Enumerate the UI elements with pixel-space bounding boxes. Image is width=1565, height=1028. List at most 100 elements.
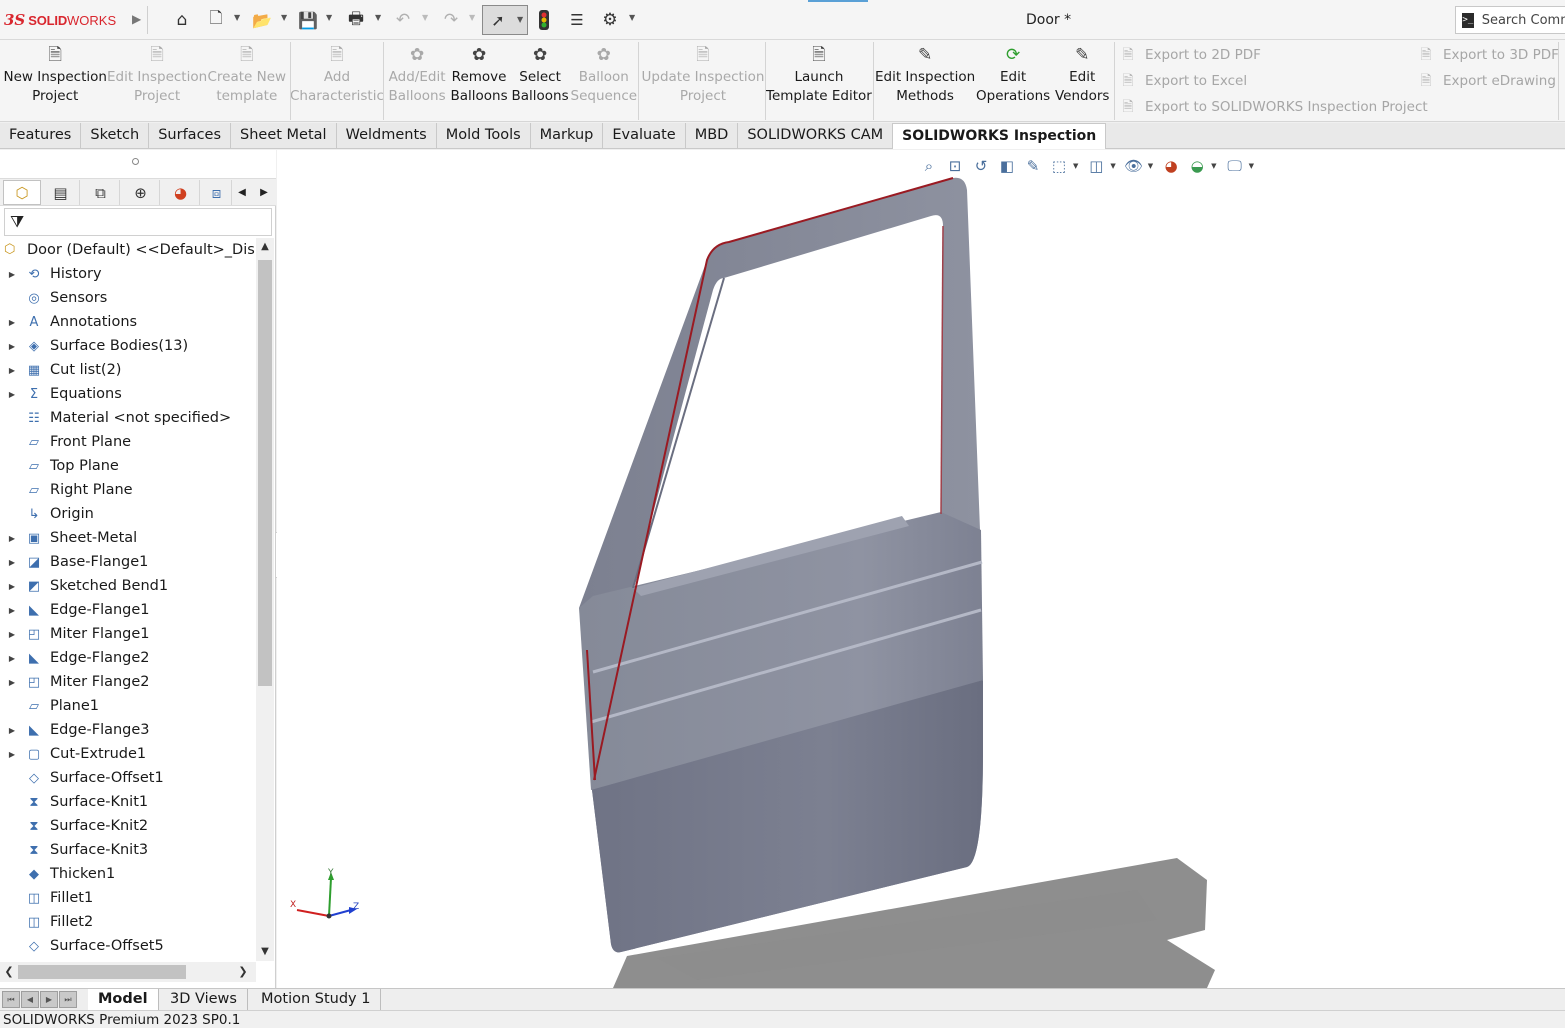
export-excel-button[interactable]: 🗎 Export to Excel (1119, 70, 1247, 92)
menu-expand-arrow-icon[interactable]: ▶ (132, 12, 141, 26)
edit-inspection-project-button[interactable]: 🗎 Edit Inspection Project (107, 44, 207, 118)
scene-dropdown-icon[interactable]: ▼ (1211, 162, 1216, 170)
tree-item-equations[interactable]: ▶ Σ Equations (0, 382, 122, 406)
select-dropdown-icon[interactable]: ▼ (517, 15, 523, 24)
options-gear-icon[interactable]: ⚙ (598, 8, 622, 32)
tree-item-sketched-bend1[interactable]: ▶ ◩ Sketched Bend1 (0, 574, 168, 598)
export-3d-pdf-button[interactable]: 🗎 Export to 3D PDF (1417, 44, 1559, 66)
apply-scene-icon[interactable]: ◒ (1185, 155, 1209, 177)
options-dropdown-icon[interactable]: ▼ (629, 13, 635, 22)
dynamic-annotation-icon[interactable]: ✎ (1021, 155, 1045, 177)
tree-item-edge-flange1[interactable]: ▶ ◣ Edge-Flange1 (0, 598, 150, 622)
print-icon[interactable]: 🖶 (344, 8, 368, 32)
first-tab-icon[interactable]: ⏮ (2, 991, 20, 1008)
tree-item-cut-list-2[interactable]: ▶ ▦ Cut list(2) (0, 358, 122, 382)
tabs-scroll-right-icon[interactable]: ▶ (254, 183, 274, 203)
next-tab-icon[interactable]: ▶ (40, 991, 58, 1008)
tree-item-annotations[interactable]: ▶ A Annotations (0, 310, 137, 334)
home-icon[interactable]: ⌂ (170, 8, 194, 32)
balloon-sequence-button[interactable]: ✿ Balloon Sequence (571, 44, 638, 118)
section-view-icon[interactable]: ◧ (995, 155, 1019, 177)
create-new-template-button[interactable]: 🗎 Create New template (208, 44, 287, 118)
bottom-tab-model[interactable]: Model (88, 989, 159, 1010)
tree-root-door[interactable]: ⬡ Door (Default) <<Default>_Display Stat… (4, 238, 255, 262)
expand-arrow-icon[interactable]: ▶ (6, 582, 18, 591)
dimxpert-manager-tab[interactable]: ⊕ (122, 180, 160, 205)
expand-arrow-icon[interactable]: ▶ (6, 318, 18, 327)
new-inspection-project-button[interactable]: 🗎 New Inspection Project (4, 44, 107, 118)
edit-inspection-methods-button[interactable]: ✎ Edit Inspection Methods (875, 44, 975, 118)
hide-show-dropdown-icon[interactable]: ▼ (1148, 162, 1153, 170)
tab-evaluate[interactable]: Evaluate (603, 123, 686, 149)
display-style-icon[interactable]: ◫ (1084, 155, 1108, 177)
tree-item-history[interactable]: ▶ ⟲ History (0, 262, 102, 286)
view-orientation-dropdown-icon[interactable]: ▼ (1073, 162, 1078, 170)
tab-weldments[interactable]: Weldments (337, 123, 437, 149)
hide-show-items-icon[interactable]: 👁 (1122, 155, 1146, 177)
update-inspection-project-button[interactable]: 🗎 Update Inspection Project (642, 44, 765, 118)
tree-item-front-plane[interactable]: ▱ Front Plane (0, 430, 131, 454)
scroll-right-icon[interactable]: ❯ (234, 962, 252, 982)
tree-item-surface-knit1[interactable]: ⧗ Surface-Knit1 (0, 790, 148, 814)
tabs-scroll-left-icon[interactable]: ◀ (232, 183, 252, 203)
print-dropdown-icon[interactable]: ▼ (375, 13, 381, 22)
tree-item-right-plane[interactable]: ▱ Right Plane (0, 478, 133, 502)
solidworks-logo[interactable]: 3S SOLID WORKS (4, 9, 116, 31)
tree-item-miter-flange2[interactable]: ▶ ◰ Miter Flange2 (0, 670, 150, 694)
tree-item-material-not-specified[interactable]: ☷ Material <not specified> (0, 406, 231, 430)
previous-view-icon[interactable]: ↺ (969, 155, 993, 177)
hscroll-thumb[interactable] (18, 965, 186, 979)
graphics-area[interactable]: Y X Z ⌕ ⊡ ↺ ◧ ✎ ⬚ ▼ ◫ ▼ 👁 ▼ ◕ ◒ ▼ 🖵 ▼ (277, 150, 1565, 988)
tree-item-sheet-metal[interactable]: ▶ ▣ Sheet-Metal (0, 526, 137, 550)
view-settings-dropdown-icon[interactable]: ▼ (1249, 162, 1254, 170)
rebuild-traffic-light-icon[interactable] (536, 8, 552, 32)
expand-arrow-icon[interactable]: ▶ (6, 630, 18, 639)
scroll-left-icon[interactable]: ❮ (0, 962, 18, 982)
tree-item-top-plane[interactable]: ▱ Top Plane (0, 454, 119, 478)
zoom-to-fit-icon[interactable]: ⌕ (917, 155, 941, 177)
remove-balloons-button[interactable]: ✿ Remove Balloons (451, 44, 508, 118)
edit-operations-button[interactable]: ⟳ Edit Operations (976, 44, 1050, 118)
undo-icon[interactable]: ↶ (392, 8, 414, 32)
tree-item-surface-offset5[interactable]: ◇ Surface-Offset5 (0, 934, 164, 958)
tree-item-surface-offset1[interactable]: ◇ Surface-Offset1 (0, 766, 164, 790)
launch-template-editor-button[interactable]: 🗎 Launch Template Editor (766, 44, 872, 118)
tree-item-fillet2[interactable]: ◫ Fillet2 (0, 910, 93, 934)
expand-arrow-icon[interactable]: ▶ (6, 726, 18, 735)
export-edrawing-button[interactable]: 🗎 Export eDrawing (1417, 70, 1556, 92)
last-tab-icon[interactable]: ⏭ (59, 991, 77, 1008)
export-inspection-project-button[interactable]: 🗎 Export to SOLIDWORKS Inspection Project (1119, 96, 1427, 118)
bottom-tab-3d-views[interactable]: 3D Views (160, 989, 248, 1010)
expand-arrow-icon[interactable]: ▶ (6, 606, 18, 615)
tab-mold-tools[interactable]: Mold Tools (437, 123, 531, 149)
open-folder-icon[interactable]: 📂 (250, 8, 274, 32)
expand-arrow-icon[interactable]: ▶ (6, 534, 18, 543)
scroll-down-icon[interactable]: ▼ (256, 943, 274, 961)
search-commands-input[interactable]: >_ Search Commands (1455, 6, 1565, 34)
view-settings-monitor-icon[interactable]: 🖵 (1223, 155, 1247, 177)
door-model[interactable] (277, 150, 1565, 988)
edit-appearance-icon[interactable]: ◕ (1159, 155, 1183, 177)
tree-item-surface-knit3[interactable]: ⧗ Surface-Knit3 (0, 838, 148, 862)
display-style-dropdown-icon[interactable]: ▼ (1110, 162, 1115, 170)
tree-item-edge-flange3[interactable]: ▶ ◣ Edge-Flange3 (0, 718, 150, 742)
undo-dropdown-icon[interactable]: ▼ (422, 13, 428, 22)
tab-surfaces[interactable]: Surfaces (149, 123, 232, 149)
expand-arrow-icon[interactable]: ▶ (6, 750, 18, 759)
tab-sketch[interactable]: Sketch (81, 123, 150, 149)
new-dropdown-icon[interactable]: ▼ (234, 13, 240, 22)
view-orientation-icon[interactable]: ⬚ (1047, 155, 1071, 177)
add-edit-balloons-button[interactable]: ✿ Add/Edit Balloons (389, 44, 446, 118)
file-properties-icon[interactable]: ☰ (566, 8, 588, 32)
scroll-up-icon[interactable]: ▲ (256, 238, 274, 256)
tree-item-surface-bodies-13[interactable]: ▶ ◈ Surface Bodies(13) (0, 334, 188, 358)
tree-item-cut-extrude1[interactable]: ▶ ▢ Cut-Extrude1 (0, 742, 146, 766)
panel-grip[interactable] (0, 150, 276, 178)
save-icon[interactable]: 💾 (297, 8, 319, 32)
redo-dropdown-icon[interactable]: ▼ (469, 13, 475, 22)
expand-arrow-icon[interactable]: ▶ (6, 558, 18, 567)
export-2d-pdf-button[interactable]: 🗎 Export to 2D PDF (1119, 44, 1261, 66)
configuration-manager-tab[interactable]: ⧉ (82, 180, 120, 205)
expand-arrow-icon[interactable]: ▶ (6, 342, 18, 351)
bottom-tab-motion-study-1[interactable]: Motion Study 1 (251, 989, 382, 1010)
